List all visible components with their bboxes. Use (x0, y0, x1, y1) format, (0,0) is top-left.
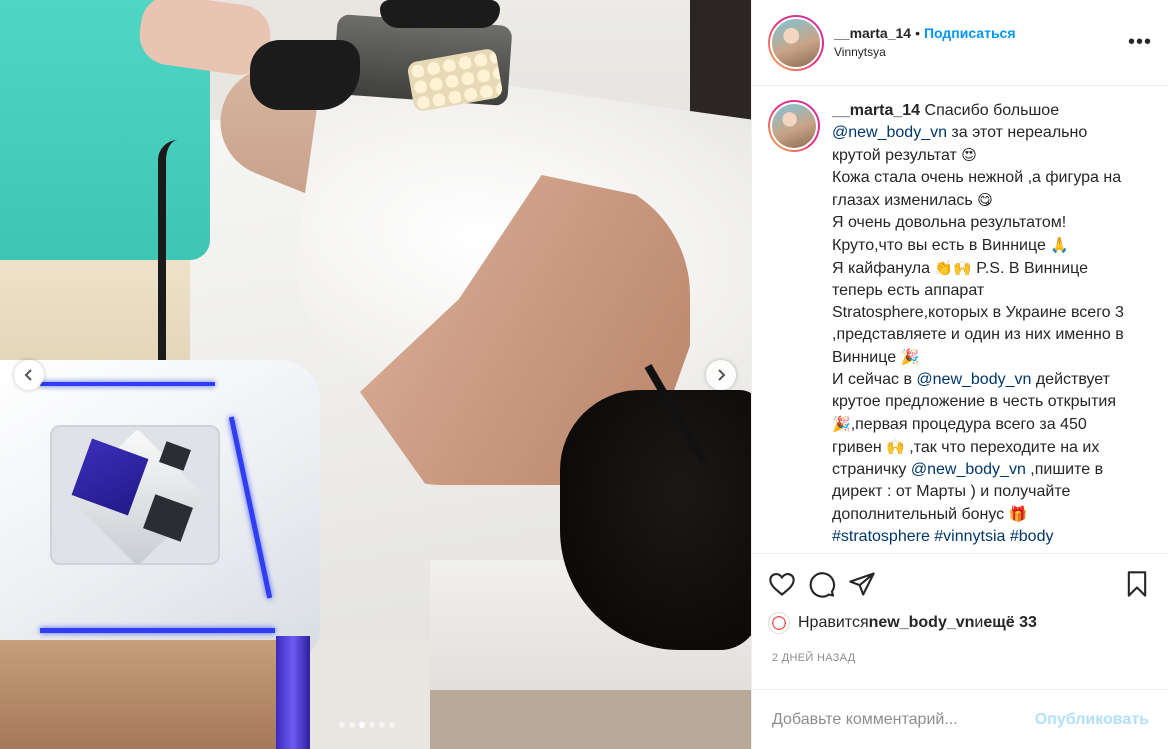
machine-light (276, 636, 310, 749)
emoji: 🙌 (886, 438, 905, 456)
carousel-dot (379, 722, 385, 728)
avatar-image (770, 102, 818, 150)
hashtags[interactable]: #stratosphere #vinnytsia #body (832, 528, 1053, 545)
post-header: __marta_14 • Подписаться Vinnytsya ••• (752, 0, 1168, 86)
avatar-image (770, 16, 822, 69)
carousel-dot (339, 722, 345, 728)
chevron-right-icon (718, 369, 726, 381)
liker-username[interactable]: new_body_vn (869, 614, 975, 632)
carousel-next-button[interactable] (706, 360, 736, 390)
emoji: 👏🙌 (934, 259, 972, 277)
comment-button[interactable] (808, 568, 848, 600)
location-link[interactable]: Vinnytsya (834, 43, 1016, 61)
comment-icon (809, 572, 835, 598)
post-photo (0, 0, 751, 749)
black-glove (380, 0, 500, 28)
liker-avatar[interactable] (768, 612, 790, 634)
separator: • (915, 25, 920, 41)
emoji: 🎉 (832, 415, 851, 433)
chevron-left-icon (24, 369, 32, 381)
caption-fragment: И сейчас в (832, 371, 917, 388)
mention-link[interactable]: @new_body_vn (911, 461, 1026, 478)
avatar[interactable] (768, 14, 824, 71)
mention-link[interactable]: @new_body_vn (832, 124, 947, 141)
follow-button[interactable]: Подписаться (924, 24, 1016, 42)
carousel-dot (369, 722, 375, 728)
publish-button[interactable]: Опубликовать (1035, 711, 1149, 729)
caption-fragment: Я кайфанула (832, 260, 935, 277)
bookmark-icon (1127, 571, 1147, 597)
emoji: 🎁 (1008, 505, 1028, 523)
post-date[interactable]: 2 ДНЕЙ НАЗАД (772, 652, 855, 664)
caption: __marta_14 Спасибо большое @new_body_vn … (768, 100, 1152, 548)
machine-light (40, 382, 215, 386)
save-button[interactable] (1123, 568, 1153, 600)
carousel-dot (389, 722, 395, 728)
mention-link[interactable]: @new_body_vn (916, 371, 1031, 388)
carousel-dots (339, 722, 395, 728)
avatar[interactable] (768, 100, 820, 152)
black-glove (250, 40, 360, 110)
emoji: 😋 (977, 191, 993, 209)
emoji: 🎉 (900, 348, 920, 366)
machine-body (0, 640, 310, 749)
massage-table-base (430, 690, 751, 749)
share-icon (849, 572, 875, 596)
more-options-icon[interactable]: ••• (1128, 32, 1152, 52)
likes-middle: и (974, 614, 984, 631)
device-cable (158, 140, 180, 370)
machine-light (40, 628, 275, 633)
caption-username[interactable]: __marta_14 (832, 102, 920, 119)
carousel-prev-button[interactable] (14, 360, 44, 390)
username-link[interactable]: __marta_14 (834, 24, 911, 42)
action-bar (752, 553, 1168, 611)
carousel-dot (359, 722, 365, 728)
likes-count-link[interactable]: ещё 33 (983, 614, 1037, 632)
carousel-dot (349, 722, 355, 728)
share-button[interactable] (848, 568, 888, 600)
comment-input[interactable] (772, 710, 1035, 729)
like-button[interactable] (768, 568, 808, 600)
caption-fragment: Я очень довольна результатом! Круто,что … (832, 214, 1067, 254)
emoji: 😍 (961, 146, 977, 164)
caption-fragment: Спасибо большое (920, 102, 1060, 119)
comments-section[interactable]: __marta_14 Спасибо большое @new_body_vn … (752, 86, 1168, 552)
heart-icon (769, 573, 795, 596)
likes-summary: Нравится new_body_vn и ещё 33 (768, 612, 1037, 634)
caption-text: __marta_14 Спасибо большое @new_body_vn … (832, 100, 1132, 548)
emoji: 🙏 (1050, 236, 1069, 254)
comment-form: Опубликовать (752, 689, 1168, 749)
likes-prefix: Нравится (798, 614, 869, 631)
post-side-panel: __marta_14 • Подписаться Vinnytsya ••• _… (751, 0, 1168, 749)
